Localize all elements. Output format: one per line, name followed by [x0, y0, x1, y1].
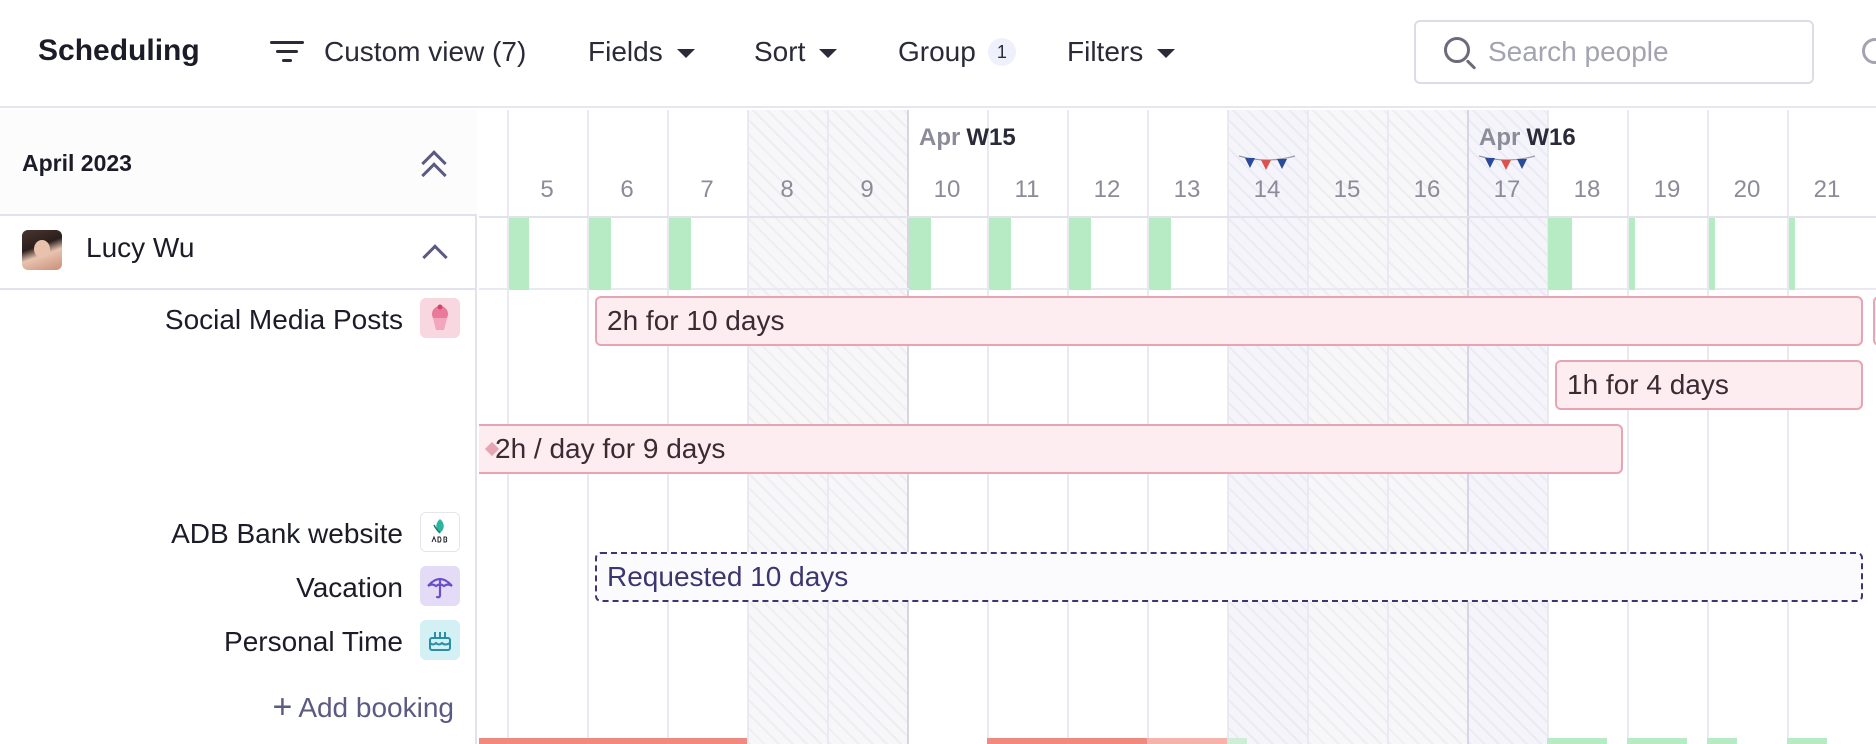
umbrella-icon	[420, 566, 460, 606]
month-label: April 2023	[22, 150, 132, 176]
collapse-all-icon[interactable]	[416, 144, 452, 188]
availability-block	[1629, 218, 1635, 290]
fields-dropdown[interactable]: Fields	[588, 34, 695, 70]
filter-lines-icon	[270, 39, 304, 65]
capacity-overbooked	[987, 738, 1147, 744]
custom-view-button[interactable]: Custom view (7)	[270, 34, 526, 70]
day-number: 16	[1413, 176, 1441, 203]
custom-view-label: Custom view (7)	[324, 36, 527, 67]
day-number: 18	[1573, 176, 1601, 203]
availability-block	[1709, 218, 1715, 290]
group-button[interactable]: Group 1	[898, 34, 1016, 70]
top-toolbar: Scheduling Custom view (7) Fields Sort G…	[0, 0, 1876, 108]
vacation-request-bar[interactable]: Requested 10 days	[595, 552, 1863, 602]
booking-label: 2h / day for 9 days	[495, 433, 726, 464]
group-label: Group	[898, 36, 976, 67]
day-number: 14	[1253, 176, 1281, 203]
availability-block	[909, 218, 931, 290]
day-number: 7	[700, 176, 714, 203]
day-number: 6	[620, 176, 634, 203]
caret-down-icon	[819, 48, 838, 58]
availability-block	[669, 218, 691, 290]
filters-label: Filters	[1067, 36, 1144, 67]
day-number: 8	[780, 176, 794, 203]
page-title: Scheduling	[38, 34, 200, 67]
person-name: Lucy Wu	[86, 232, 195, 263]
availability-block	[589, 218, 611, 290]
booking-bar[interactable]: 2h / day for 9 days	[479, 424, 1623, 474]
day-number: 17	[1493, 176, 1521, 203]
booking-label: Requested 10 days	[607, 561, 849, 592]
sort-label: Sort	[754, 36, 806, 67]
day-number: 9	[860, 176, 874, 203]
capacity-overbooked	[1147, 738, 1227, 744]
search-input[interactable]	[1488, 36, 1788, 68]
group-count-badge: 1	[987, 38, 1016, 66]
day-number: 20	[1733, 176, 1761, 203]
booking-bar[interactable]: 2h for 10 days	[595, 296, 1863, 346]
caret-down-icon	[1157, 48, 1176, 58]
adb-logo-icon	[420, 512, 460, 552]
day-number: 15	[1333, 176, 1361, 203]
cake-icon	[420, 620, 460, 660]
settings-icon[interactable]	[1862, 38, 1876, 64]
filters-dropdown[interactable]: Filters	[1067, 34, 1176, 70]
add-booking-button[interactable]: + Add booking	[272, 688, 454, 727]
day-number: 11	[1014, 176, 1040, 203]
day-number: 10	[933, 176, 961, 203]
add-booking-label: Add booking	[298, 691, 454, 723]
chevron-up-icon[interactable]	[420, 240, 450, 270]
week-label: Apr W16	[1479, 124, 1576, 151]
capacity-available	[1627, 738, 1687, 744]
capacity-available	[1547, 738, 1607, 744]
sort-dropdown[interactable]: Sort	[754, 34, 838, 70]
week-label: Apr W15	[919, 124, 1016, 151]
project-label[interactable]: Social Media Posts	[165, 304, 403, 336]
day-number: 12	[1093, 176, 1121, 203]
availability-block	[1548, 218, 1572, 290]
capacity-overbooked	[479, 738, 747, 744]
project-label[interactable]: Vacation	[296, 572, 403, 604]
capacity-available	[1787, 738, 1827, 744]
search-icon	[1444, 37, 1470, 63]
booking-label: 1h for 4 days	[1567, 369, 1729, 400]
availability-block	[989, 218, 1011, 290]
project-label[interactable]: Personal Time	[224, 626, 403, 658]
day-number: 21	[1813, 176, 1841, 203]
availability-block	[1149, 218, 1171, 290]
availability-block	[1069, 218, 1091, 290]
capacity-available	[1227, 738, 1247, 744]
caret-down-icon	[676, 48, 695, 58]
booking-label: 2h for 10 days	[607, 305, 785, 336]
cupcake-icon	[420, 298, 460, 338]
project-label[interactable]: ADB Bank website	[171, 518, 403, 550]
search-people-box[interactable]	[1414, 20, 1814, 84]
booking-bar[interactable]: 1h for 4 days	[1555, 360, 1863, 410]
month-header: April 2023	[0, 110, 477, 216]
person-row[interactable]	[0, 218, 477, 290]
fields-label: Fields	[588, 36, 663, 67]
people-sidebar: April 2023 Lucy Wu Social Media Posts AD…	[0, 110, 477, 744]
day-number: 5	[540, 176, 554, 203]
plus-icon: +	[272, 688, 293, 726]
schedule-timeline: Apr W15 Apr W16 5 6 7 8 9 10 11 12 13 14 1…	[479, 110, 1876, 744]
holiday-bunting-icon[interactable]	[1477, 152, 1537, 174]
holiday-bunting-icon[interactable]	[1237, 152, 1297, 174]
day-number: 13	[1173, 176, 1201, 203]
availability-block	[1789, 218, 1795, 290]
availability-block	[509, 218, 529, 290]
capacity-available	[1707, 738, 1737, 744]
day-number: 19	[1653, 176, 1681, 203]
avatar	[22, 230, 62, 270]
